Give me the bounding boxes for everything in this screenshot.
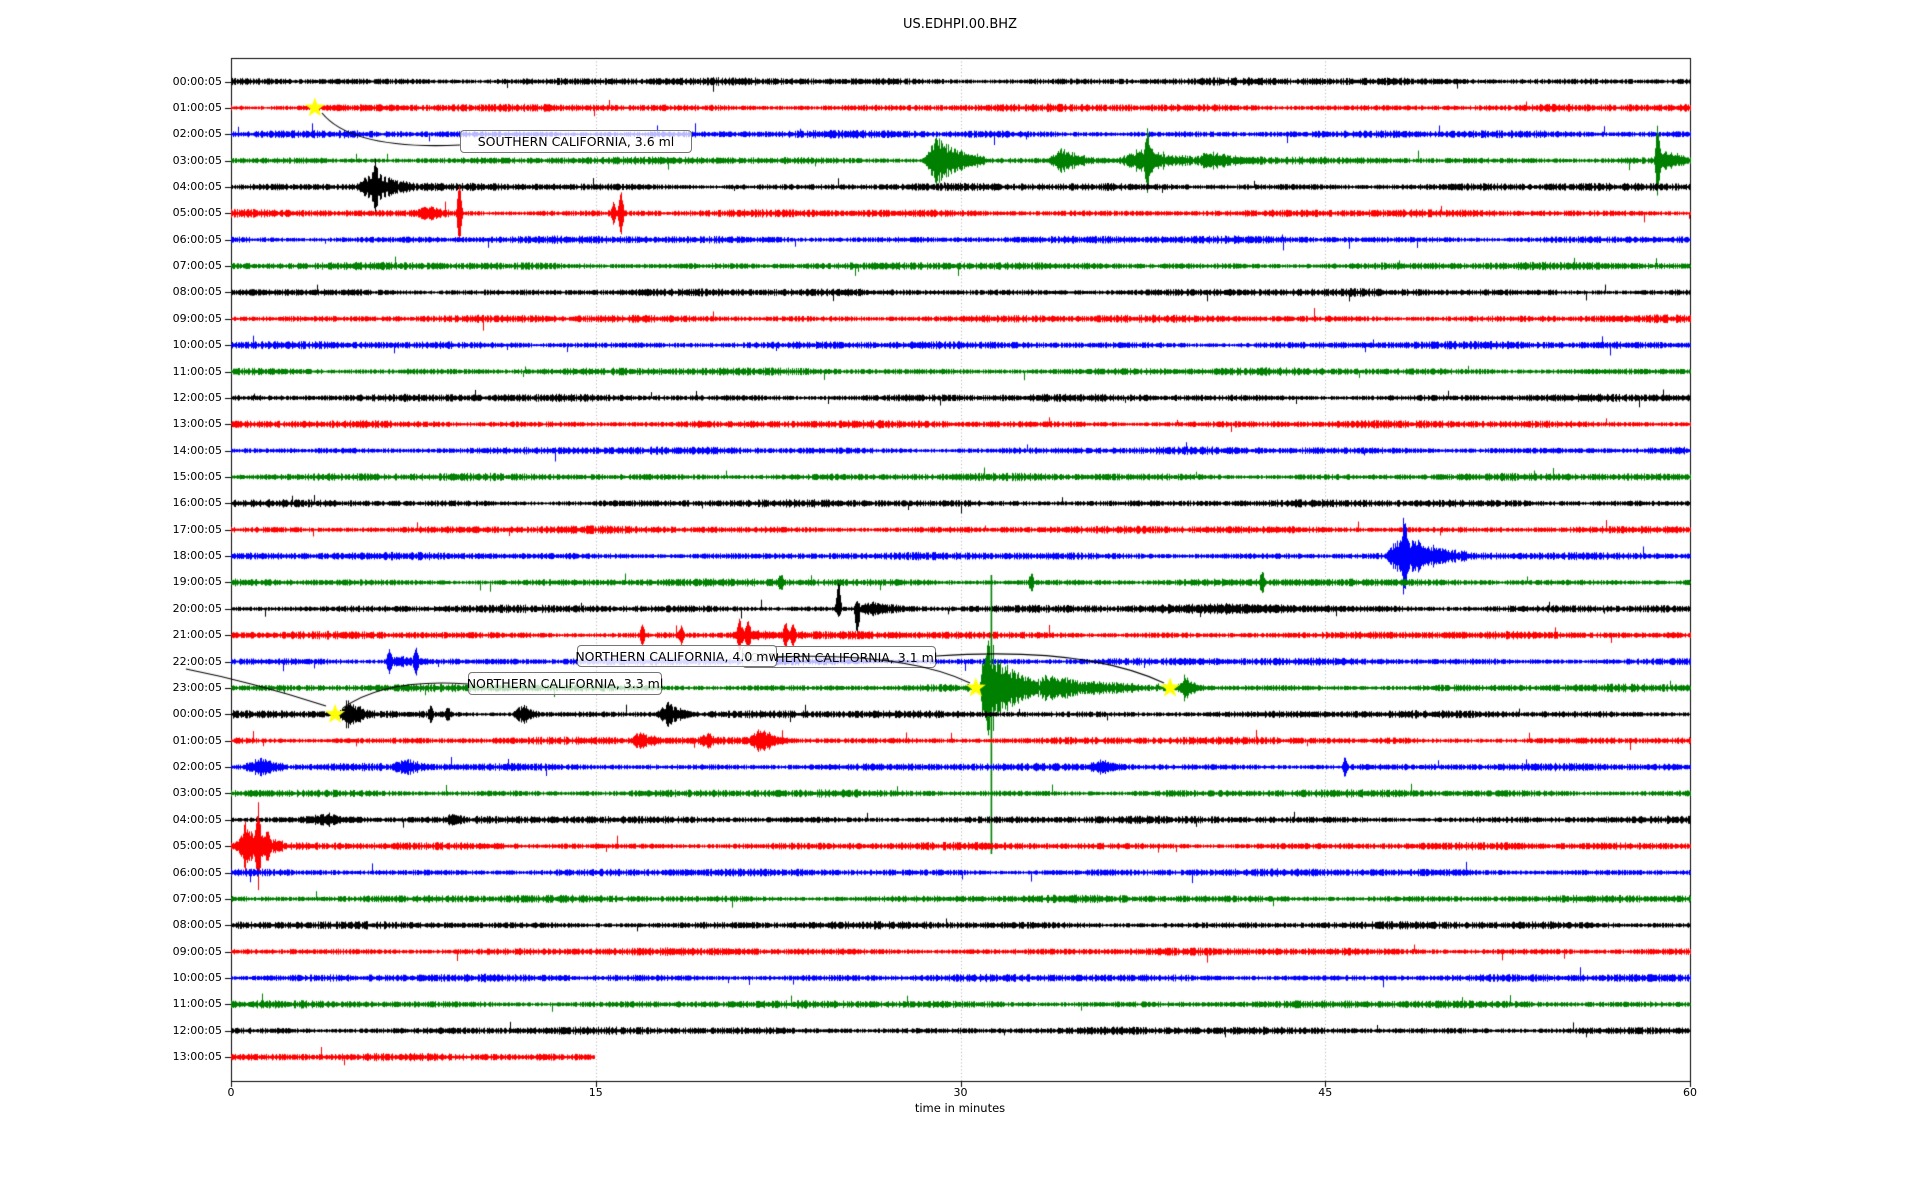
annotation-text: NORTHERN CALIFORNIA, 4.0 mw <box>575 648 779 664</box>
annotation-northern-california-3-3-ml: NORTHERN CALIFORNIA, 3.3 ml <box>466 672 664 695</box>
annotation-southern-california-3-6-ml: SOUTHERN CALIFORNIA, 3.6 ml <box>460 130 692 153</box>
annotation-text: NORTHERN CALIFORNIA, 3.3 ml <box>466 676 664 691</box>
annotation-northern-california-4-0-mw: NORTHERN CALIFORNIA, 4.0 mw <box>575 645 779 667</box>
annotation-text: SOUTHERN CALIFORNIA, 3.6 ml <box>477 134 675 149</box>
seismogram-canvas <box>0 0 1920 1200</box>
figure-title: US.EDHPI.00.BHZ <box>903 17 1017 32</box>
x-axis-label: time in minutes <box>914 1101 1006 1115</box>
helicorder-figure: US.EDHPI.00.BHZ 00:00:05 01:00:05 02:00:05… <box>0 0 1920 1200</box>
